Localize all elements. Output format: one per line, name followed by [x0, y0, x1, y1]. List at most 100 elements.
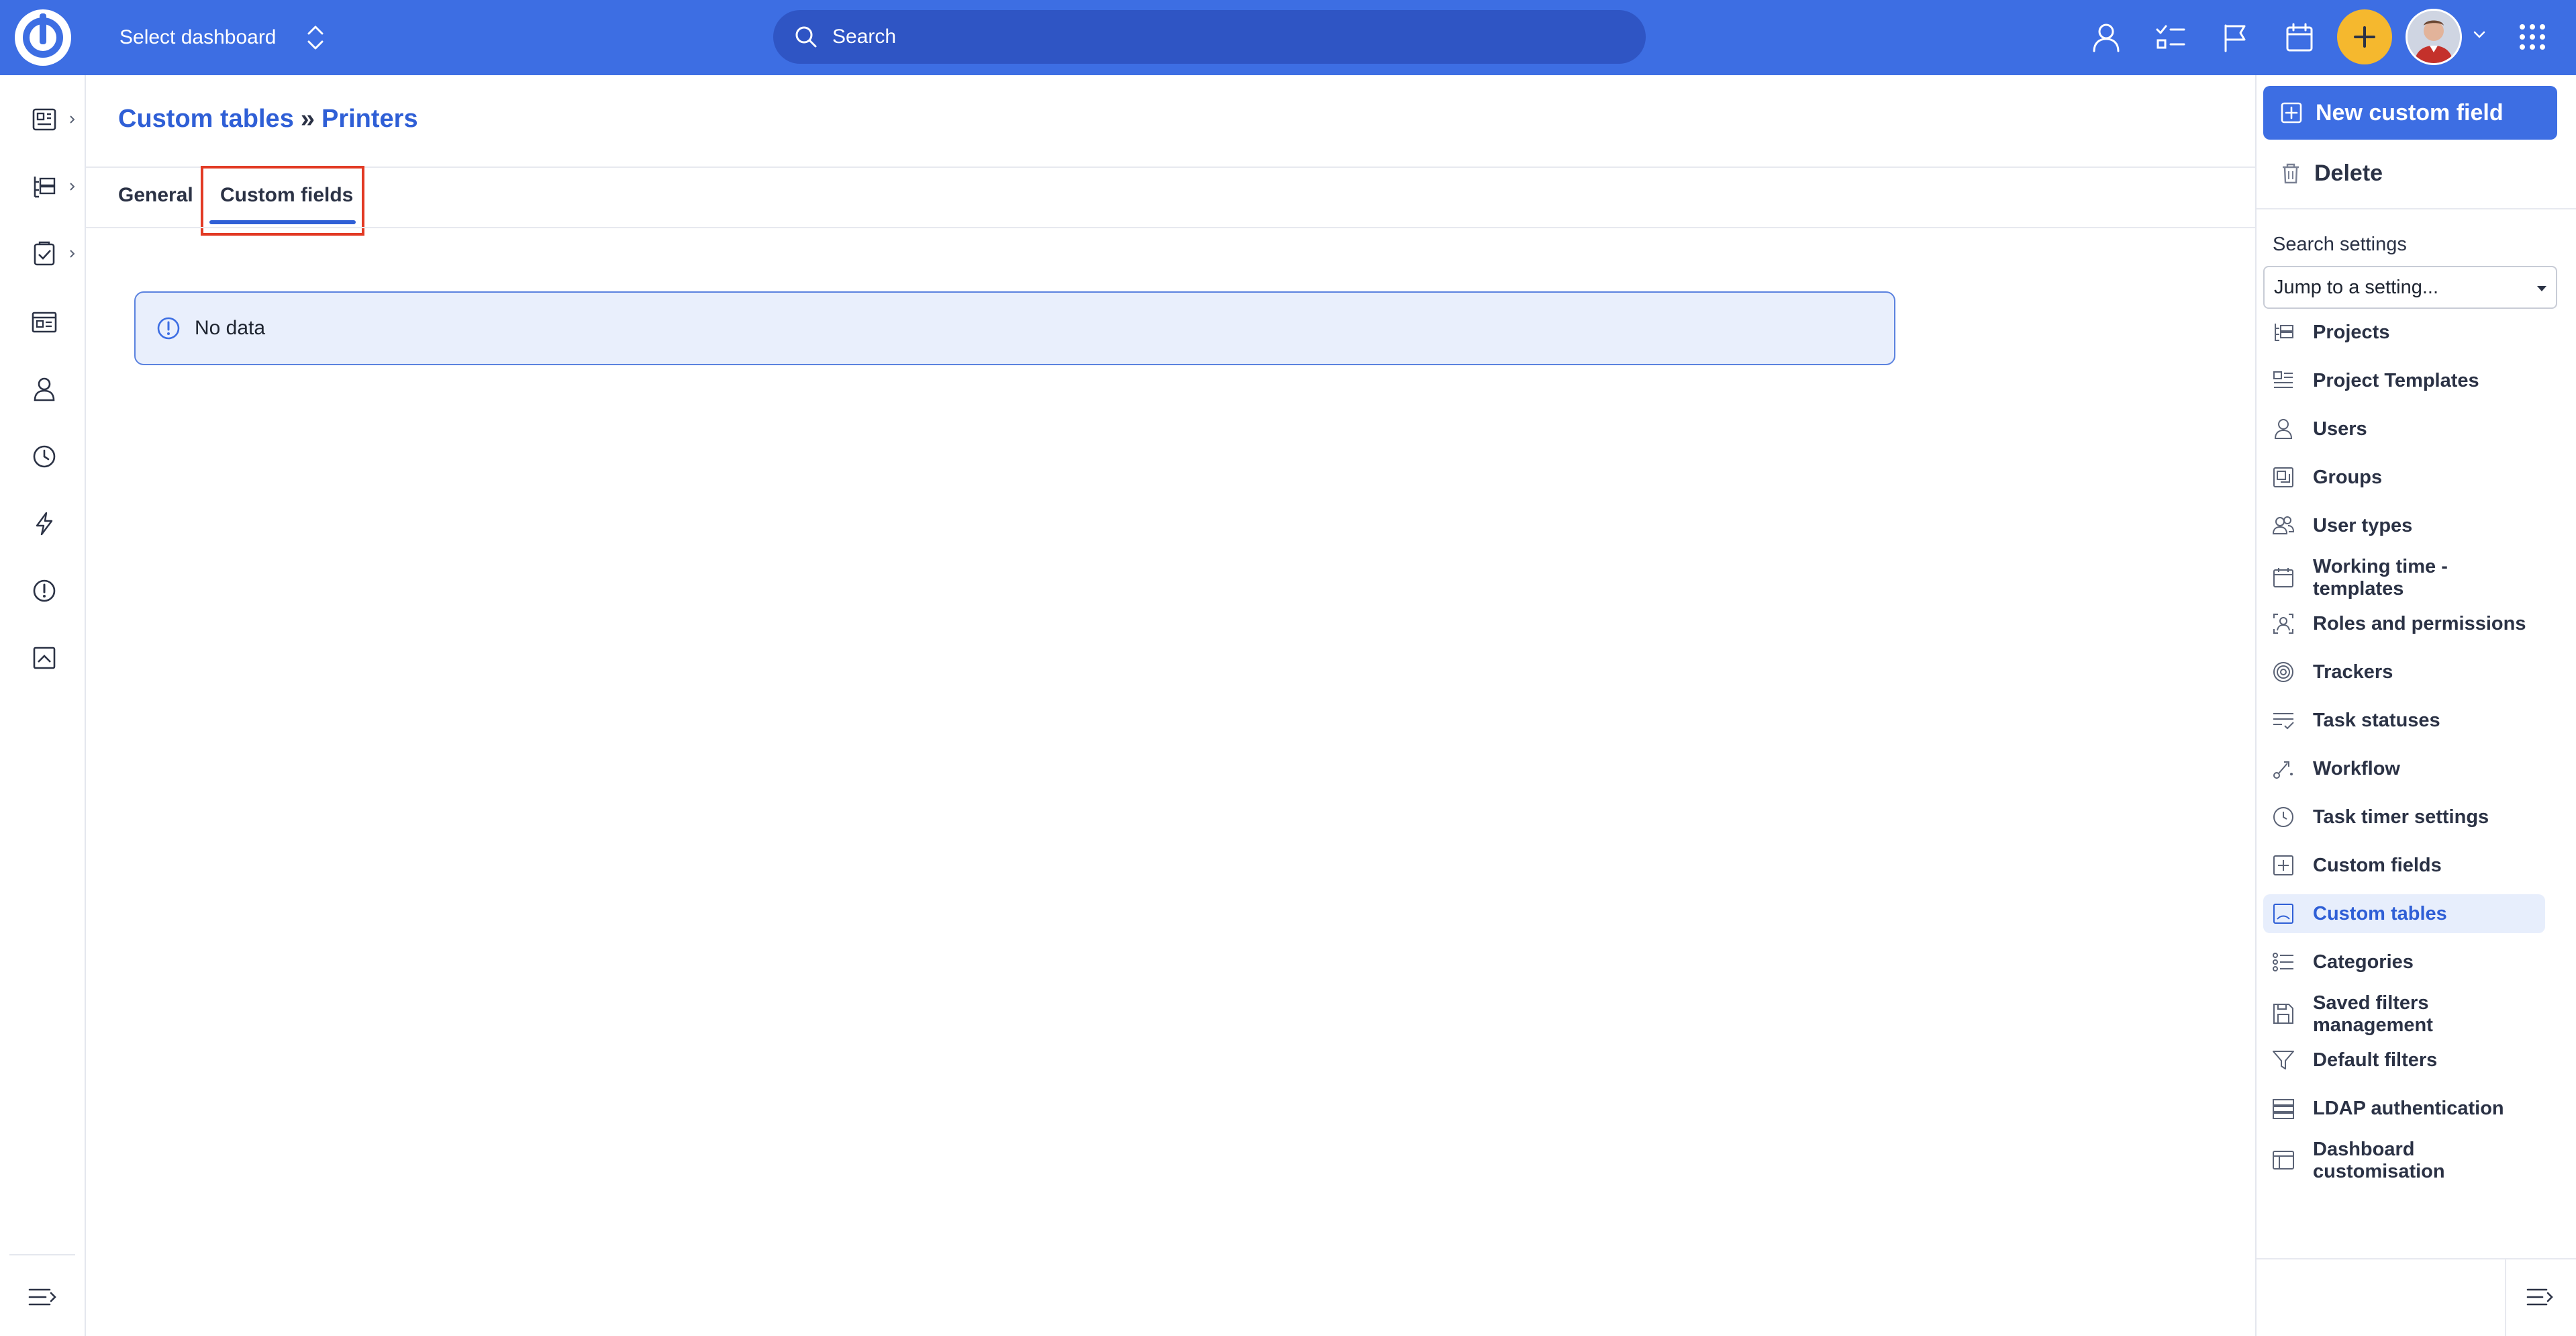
search-input[interactable]: Search [773, 10, 1646, 64]
divider [2257, 208, 2576, 209]
sidebar-item-label: Task timer settings [2313, 806, 2489, 828]
breadcrumb-parent-link[interactable]: Custom tables [118, 105, 294, 133]
clock-icon [2271, 805, 2295, 829]
sidebar-item-label: Users [2313, 418, 2367, 440]
list-icon [2271, 950, 2295, 974]
dashboard-icon[interactable] [30, 105, 59, 134]
sidebar-item-trackers[interactable]: Trackers [2263, 653, 2545, 691]
workflow-icon [2271, 757, 2295, 781]
sidebar-item-label: Working time - templates [2313, 556, 2448, 600]
delete-button[interactable]: Delete [2263, 146, 2557, 200]
jump-to-setting-value: Jump to a setting... [2274, 276, 2439, 298]
calendar-icon[interactable] [2282, 20, 2317, 55]
groups-icon [2271, 465, 2295, 489]
settings-sidebar: New custom field Delete Search settings … [2255, 75, 2576, 1336]
plus-square-icon [2279, 101, 2303, 125]
sidebar-item-label: Default filters [2313, 1049, 2438, 1071]
calendar-board-icon[interactable] [30, 307, 59, 337]
breadcrumb-current-link[interactable]: Printers [321, 105, 418, 133]
roles-icon [2271, 612, 2295, 636]
sidebar-item-roles-and-permissions[interactable]: Roles and permissions [2263, 604, 2545, 643]
divider [86, 166, 2255, 168]
left-navigation-rail [0, 75, 86, 1336]
sidebar-item-default-filters[interactable]: Default filters [2263, 1041, 2545, 1080]
sidebar-item-ldap-authentication[interactable]: LDAP authentication [2263, 1089, 2545, 1128]
sidebar-item-label: Custom fields [2313, 855, 2442, 876]
sidebar-item-custom-fields[interactable]: Custom fields [2263, 846, 2545, 885]
divider [2505, 1259, 2506, 1336]
sidebar-item-groups[interactable]: Groups [2263, 458, 2545, 497]
ldap-icon [2271, 1096, 2295, 1120]
sidebar-item-custom-tables[interactable]: Custom tables [2263, 894, 2545, 933]
calendar-icon [2271, 565, 2295, 589]
sidebar-item-label: LDAP authentication [2313, 1098, 2504, 1119]
app-logo[interactable] [15, 9, 71, 66]
divider [86, 227, 2255, 228]
dropdown-caret-icon [2537, 286, 2546, 291]
user-icon[interactable] [30, 375, 59, 404]
projects-tree-icon [2271, 320, 2295, 344]
collapse-menu-icon[interactable] [27, 1284, 58, 1310]
sidebar-item-label: Task statuses [2313, 710, 2440, 731]
sidebar-item-dashboard-customisation[interactable]: Dashboard customisation [2263, 1136, 2545, 1184]
alert-icon[interactable] [30, 576, 59, 606]
jump-to-setting-select[interactable]: Jump to a setting... [2263, 266, 2557, 309]
projects-icon[interactable] [30, 172, 59, 201]
tasks-checklist-icon[interactable] [2153, 20, 2188, 55]
sidebar-item-task-statuses[interactable]: Task statuses [2263, 701, 2545, 740]
chevron-down-icon[interactable] [2471, 27, 2487, 43]
sidebar-item-label: Trackers [2313, 661, 2393, 683]
filter-icon [2271, 1048, 2295, 1072]
statuses-icon [2271, 708, 2295, 732]
avatar[interactable] [2406, 9, 2462, 65]
sidebar-item-task-timer-settings[interactable]: Task timer settings [2263, 798, 2545, 837]
sidebar-item-project-templates[interactable]: Project Templates [2263, 361, 2545, 400]
tab-general[interactable]: General [118, 184, 193, 207]
sidebar-item-saved-filters-management[interactable]: Saved filters management [2263, 990, 2545, 1038]
flag-icon[interactable] [2218, 20, 2252, 55]
no-data-text: No data [195, 317, 266, 339]
plus-icon [2354, 26, 2375, 48]
breadcrumb-separator: » [300, 105, 315, 133]
search-icon [793, 24, 819, 50]
chevron-right-icon [67, 247, 78, 260]
dashboard-selector-label: Select dashboard [119, 26, 277, 48]
template-icon [2271, 369, 2295, 393]
trash-icon [2279, 161, 2302, 185]
sidebar-item-categories[interactable]: Categories [2263, 943, 2545, 982]
table-icon [2271, 902, 2295, 926]
sort-updown-icon [302, 20, 329, 55]
clock-icon[interactable] [30, 442, 59, 471]
user-icon [2271, 417, 2295, 441]
breadcrumb: Custom tables» Printers [118, 105, 418, 134]
chart-icon[interactable] [30, 643, 59, 673]
top-bar: Select dashboard Search [0, 0, 2576, 75]
lightning-icon[interactable] [30, 509, 59, 538]
search-settings-label: Search settings [2273, 234, 2407, 255]
search-placeholder: Search [832, 26, 897, 48]
user-types-icon [2271, 514, 2295, 538]
sidebar-item-label: Groups [2313, 467, 2383, 488]
new-custom-field-button[interactable]: New custom field [2263, 86, 2557, 140]
sidebar-item-label: Projects [2313, 322, 2390, 343]
sidebar-item-label: User types [2313, 515, 2413, 536]
apps-grid-icon[interactable] [2517, 21, 2548, 52]
sidebar-item-users[interactable]: Users [2263, 410, 2545, 448]
sidebar-item-projects[interactable]: Projects [2263, 313, 2545, 352]
save-icon [2271, 1002, 2295, 1026]
info-icon [156, 316, 181, 341]
user-icon[interactable] [2089, 20, 2124, 55]
sidebar-item-user-types[interactable]: User types [2263, 506, 2545, 545]
target-icon [2271, 660, 2295, 684]
divider [9, 1254, 75, 1255]
sidebar-item-label: Workflow [2313, 758, 2400, 779]
tasks-icon[interactable] [30, 239, 59, 269]
plus-square-icon [2271, 853, 2295, 877]
quick-add-button[interactable] [2337, 9, 2392, 64]
sidebar-item-label: Categories [2313, 951, 2414, 973]
sidebar-item-working-time-templates[interactable]: Working time - templates [2263, 553, 2545, 602]
sidebar-item-label: Project Templates [2313, 370, 2479, 391]
dashboard-selector[interactable]: Select dashboard [119, 20, 329, 55]
collapse-sidebar-icon[interactable] [2525, 1284, 2555, 1310]
sidebar-item-workflow[interactable]: Workflow [2263, 749, 2545, 788]
